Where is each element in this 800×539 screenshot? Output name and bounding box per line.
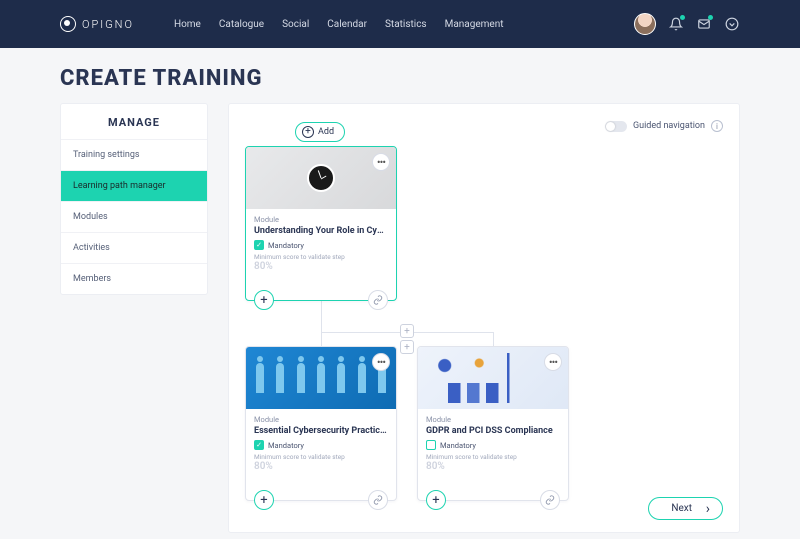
nav-social[interactable]: Social (282, 19, 309, 30)
logo-icon (60, 16, 76, 32)
card-thumbnail: ••• (246, 347, 396, 409)
sidebar-item-members[interactable]: Members (61, 263, 207, 294)
card-kicker: Module (254, 415, 388, 424)
module-card[interactable]: ••• Module GDPR and PCI DSS Compliance M… (417, 346, 569, 501)
link-button[interactable] (540, 490, 560, 510)
mail-icon[interactable] (696, 16, 712, 32)
add-button[interactable]: + Add (295, 122, 345, 142)
add-label: Add (318, 127, 334, 137)
sidebar-item-learning-path-manager[interactable]: Learning path manager (61, 170, 207, 201)
connector (493, 332, 494, 346)
min-score-value: 80% (254, 261, 388, 272)
card-kicker: Module (426, 415, 560, 424)
nav-calendar[interactable]: Calendar (327, 19, 367, 30)
module-card[interactable]: ••• Module Essential Cybersecurity Pract… (245, 346, 397, 501)
learning-path-canvas: + Add Guided navigation i + + ••• (228, 103, 740, 533)
sidebar-item-activities[interactable]: Activities (61, 232, 207, 263)
guided-toggle[interactable] (605, 121, 627, 132)
card-thumbnail: ••• (418, 347, 568, 409)
mandatory-label: Mandatory (440, 441, 476, 450)
info-icon[interactable]: i (711, 120, 723, 132)
card-thumbnail: ••• (246, 147, 396, 209)
add-child-button[interactable]: + (426, 490, 446, 510)
card-menu-button[interactable]: ••• (372, 353, 390, 371)
link-button[interactable] (368, 490, 388, 510)
guided-label: Guided navigation (633, 121, 705, 131)
mandatory-checkbox[interactable] (426, 440, 436, 450)
brand-text: OPIGNO (82, 18, 134, 31)
nav-home[interactable]: Home (174, 19, 201, 30)
bell-icon[interactable] (668, 16, 684, 32)
module-card[interactable]: ••• Module Understanding Your Role in Cy… (245, 146, 397, 301)
branch-plus-node[interactable]: + (400, 340, 414, 354)
guided-navigation: Guided navigation i (605, 120, 723, 132)
mandatory-label: Mandatory (268, 241, 304, 250)
sidebar-item-training-settings[interactable]: Training settings (61, 139, 207, 170)
min-score-value: 80% (254, 461, 388, 472)
branch-plus-node[interactable]: + (400, 324, 414, 338)
notification-dot (680, 15, 685, 20)
clock-icon (307, 164, 335, 192)
min-score-label: Minimum score to validate step (254, 453, 388, 461)
mandatory-checkbox[interactable]: ✓ (254, 240, 264, 250)
header-actions (634, 13, 740, 35)
next-label: Next (671, 503, 692, 514)
avatar[interactable] (634, 13, 656, 35)
manage-sidebar: MANAGE Training settings Learning path m… (60, 103, 208, 295)
page-title: CREATE TRAINING (0, 48, 800, 103)
nav-catalogue[interactable]: Catalogue (219, 19, 264, 30)
add-child-button[interactable]: + (254, 290, 274, 310)
mail-dot (708, 15, 713, 20)
chevron-down-icon[interactable] (724, 16, 740, 32)
mandatory-label: Mandatory (268, 441, 304, 450)
nav-management[interactable]: Management (445, 19, 504, 30)
top-nav: OPIGNO Home Catalogue Social Calendar St… (0, 0, 800, 48)
min-score-value: 80% (426, 461, 560, 472)
brand-logo[interactable]: OPIGNO (60, 16, 134, 32)
min-score-label: Minimum score to validate step (254, 253, 388, 261)
card-menu-button[interactable]: ••• (372, 153, 390, 171)
plus-icon: + (302, 126, 314, 138)
main-nav: Home Catalogue Social Calendar Statistic… (174, 19, 504, 30)
sidebar-item-modules[interactable]: Modules (61, 201, 207, 232)
add-child-button[interactable]: + (254, 490, 274, 510)
min-score-label: Minimum score to validate step (426, 453, 560, 461)
nav-statistics[interactable]: Statistics (385, 19, 427, 30)
card-title: Essential Cybersecurity Practices (254, 426, 388, 436)
connector (321, 332, 322, 346)
link-button[interactable] (368, 290, 388, 310)
card-menu-button[interactable]: ••• (544, 353, 562, 371)
card-kicker: Module (254, 215, 388, 224)
sidebar-title: MANAGE (61, 104, 207, 139)
mandatory-checkbox[interactable]: ✓ (254, 440, 264, 450)
next-button[interactable]: Next (648, 497, 723, 520)
card-title: Understanding Your Role in Cybe... (254, 226, 388, 236)
card-title: GDPR and PCI DSS Compliance (426, 426, 560, 436)
